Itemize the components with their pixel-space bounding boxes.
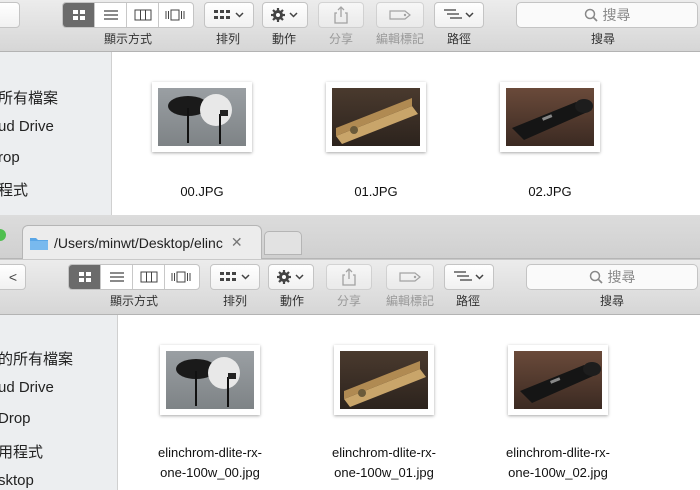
action-button[interactable] xyxy=(262,2,308,28)
list-view-icon[interactable] xyxy=(95,3,127,27)
file-name-line2: one-100w_00.jpg xyxy=(160,465,260,480)
edit-tags-button[interactable] xyxy=(376,2,424,28)
icon-view-icon[interactable] xyxy=(69,265,101,289)
arrange-button[interactable] xyxy=(210,264,260,290)
toolbar: < 顯示方式 排列 動作 分享 編輯標記 路徑 搜尋 搜尋 xyxy=(0,259,700,315)
file-name-line2: one-100w_02.jpg xyxy=(508,465,608,480)
view-label: 顯示方式 xyxy=(103,32,152,46)
file-thumbnail[interactable] xyxy=(326,82,426,152)
close-tab-icon[interactable]: ✕ xyxy=(231,234,243,251)
sidebar-item-airdrop[interactable]: rop xyxy=(0,149,20,166)
cover-flow-icon[interactable] xyxy=(165,265,197,289)
file-name-line1: elinchrom-dlite-rx- xyxy=(505,445,611,460)
photo-bag xyxy=(506,88,594,146)
file-thumbnail[interactable] xyxy=(160,345,260,415)
file-name-line1: elinchrom-dlite-rx- xyxy=(157,445,263,460)
arrange-button[interactable] xyxy=(204,2,254,28)
sidebar-item-desktop[interactable]: sktop xyxy=(0,472,34,489)
column-view-icon[interactable] xyxy=(133,265,165,289)
file-thumbnail[interactable] xyxy=(508,345,608,415)
sidebar: 所有檔案 ud Drive rop 程式 xyxy=(0,52,112,215)
view-mode-control[interactable] xyxy=(62,2,194,28)
tab-bar: /Users/minwt/Desktop/elinc ✕ xyxy=(0,215,700,259)
view-label: 顯示方式 xyxy=(109,294,158,308)
view-mode-control[interactable] xyxy=(68,264,200,290)
photo-bag xyxy=(514,351,602,409)
photo-umbrella xyxy=(166,351,254,409)
sidebar-item-icloud-drive[interactable]: ud Drive xyxy=(0,118,54,135)
file-thumbnail[interactable] xyxy=(500,82,600,152)
file-area: elinchrom-dlite-rx- one-100w_00.jpg elin… xyxy=(118,315,700,490)
file-name[interactable]: 02.JPG xyxy=(500,182,600,202)
sidebar-item-airdrop[interactable]: Drop xyxy=(0,410,31,427)
finder-window-bottom: < 顯示方式 排列 動作 分享 編輯標記 路徑 搜尋 搜尋 的所有檔案 ud D… xyxy=(0,259,700,490)
file-name[interactable]: 01.JPG xyxy=(326,182,426,202)
file-name-line1: elinchrom-dlite-rx- xyxy=(331,445,437,460)
zoom-window-icon[interactable] xyxy=(0,229,6,241)
file-thumbnail[interactable] xyxy=(152,82,252,152)
finder-window-top: 顯示方式 排列 動作 分享 編輯標記 路徑 搜尋 搜尋 所有檔案 ud Driv… xyxy=(0,0,700,215)
icon-view-icon[interactable] xyxy=(63,3,95,27)
toolbar: 顯示方式 排列 動作 分享 編輯標記 路徑 搜尋 搜尋 xyxy=(0,0,700,52)
path-label: 路徑 xyxy=(446,32,471,46)
search-icon xyxy=(584,8,598,22)
path-label: 路徑 xyxy=(455,294,480,308)
path-button[interactable] xyxy=(444,264,494,290)
sidebar-item-all-files[interactable]: 所有檔案 xyxy=(0,87,58,108)
cover-flow-icon[interactable] xyxy=(159,3,191,27)
search-label: 搜尋 xyxy=(599,294,624,308)
search-placeholder: 搜尋 xyxy=(602,7,631,23)
file-name[interactable]: elinchrom-dlite-rx- one-100w_00.jpg xyxy=(130,443,290,483)
sidebar-item-applications[interactable]: 用程式 xyxy=(0,441,43,462)
action-button[interactable] xyxy=(268,264,314,290)
list-view-icon[interactable] xyxy=(101,265,133,289)
chevron-left-icon: < xyxy=(8,269,18,285)
folder-icon xyxy=(30,237,48,250)
file-area: 00.JPG 01.JPG 02.JPG xyxy=(112,52,700,215)
sidebar: 的所有檔案 ud Drive Drop 用程式 sktop xyxy=(0,315,118,490)
sidebar-item-icloud-drive[interactable]: ud Drive xyxy=(0,379,54,396)
file-name[interactable]: elinchrom-dlite-rx- one-100w_02.jpg xyxy=(478,443,638,483)
new-tab-button[interactable] xyxy=(264,231,302,255)
search-icon xyxy=(589,270,603,284)
file-name[interactable]: elinchrom-dlite-rx- one-100w_01.jpg xyxy=(304,443,464,483)
search-label: 搜尋 xyxy=(590,32,615,46)
photo-umbrella xyxy=(158,88,246,146)
column-view-icon[interactable] xyxy=(127,3,159,27)
file-name-line2: one-100w_01.jpg xyxy=(334,465,434,480)
photo-box xyxy=(340,351,428,409)
share-button[interactable] xyxy=(326,264,372,290)
search-field[interactable]: 搜尋 xyxy=(526,264,698,290)
file-name[interactable]: 00.JPG xyxy=(152,182,252,202)
photo-box xyxy=(332,88,420,146)
sidebar-item-all-files[interactable]: 的所有檔案 xyxy=(0,348,73,369)
search-placeholder: 搜尋 xyxy=(607,269,636,285)
edit-tags-button[interactable] xyxy=(386,264,434,290)
sidebar-item-applications[interactable]: 程式 xyxy=(0,179,28,200)
tab-current-folder[interactable]: /Users/minwt/Desktop/elinc ✕ xyxy=(22,225,262,259)
back-button[interactable]: < xyxy=(0,264,26,290)
share-button[interactable] xyxy=(318,2,364,28)
search-field[interactable]: 搜尋 xyxy=(516,2,698,28)
tab-title: /Users/minwt/Desktop/elinc xyxy=(54,234,223,251)
file-thumbnail[interactable] xyxy=(334,345,434,415)
path-button[interactable] xyxy=(434,2,484,28)
back-button[interactable] xyxy=(0,2,20,28)
